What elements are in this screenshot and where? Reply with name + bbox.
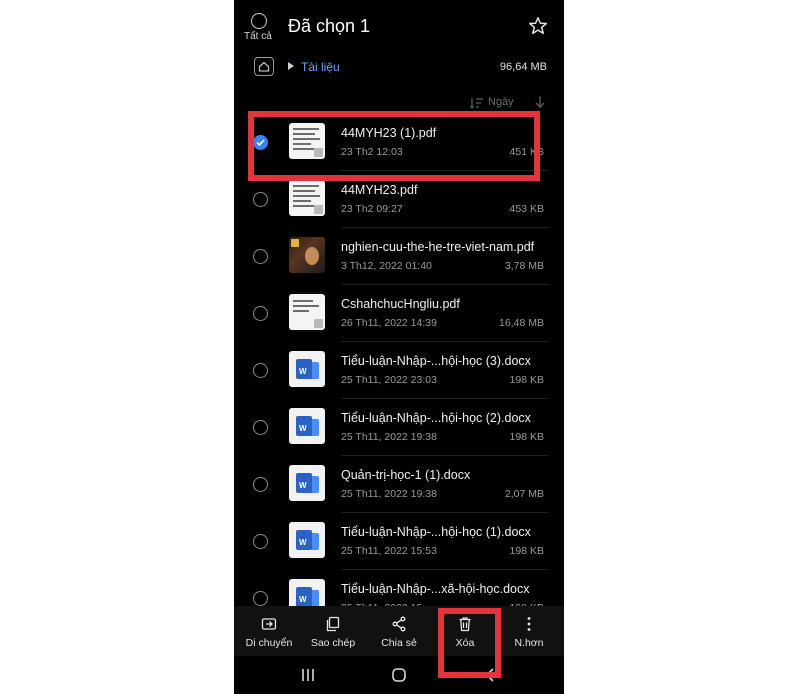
file-row[interactable]: W Tiểu-luận-Nhập-...hội-học (2).docx 25 …: [234, 399, 564, 456]
file-row[interactable]: nghien-cuu-the-he-tre-viet-nam.pdf 3 Th1…: [234, 228, 564, 285]
file-name: Tiểu-luận-Nhập-...hội-học (1).docx: [341, 525, 531, 539]
select-checkbox[interactable]: [253, 420, 268, 435]
select-all-label: Tất cả: [244, 31, 272, 42]
pdf-thumbnail: [289, 294, 325, 330]
select-all-checkbox[interactable]: [251, 13, 267, 29]
home-icon[interactable]: [254, 57, 274, 76]
file-date: 25 Th11, 2022 19:38: [341, 488, 437, 500]
file-name: nghien-cuu-the-he-tre-viet-nam.pdf: [341, 240, 535, 254]
move-icon: [261, 618, 277, 630]
pdf-thumbnail: [289, 180, 325, 216]
file-date: 23 Th2 09:27: [341, 203, 403, 215]
phone-screen: Tất cả Đã chọn 1 Tài liệu 96,64 MB Ngày …: [234, 0, 564, 694]
move-label: Di chuyển: [245, 637, 293, 649]
copy-button[interactable]: Sao chép: [300, 606, 366, 656]
sort-icon[interactable]: [470, 97, 484, 109]
select-checkbox[interactable]: [253, 591, 268, 606]
highlight-selected-file: [248, 111, 540, 181]
breadcrumb-documents[interactable]: Tài liệu: [301, 60, 340, 74]
file-date: 3 Th12, 2022 01:40: [341, 260, 432, 272]
storage-total: 96,64 MB: [499, 61, 547, 73]
file-row[interactable]: W Quản-trị-học-1 (1).docx 25 Th11, 2022 …: [234, 456, 564, 513]
file-size: 453 KB: [509, 203, 544, 215]
share-icon: [392, 616, 406, 632]
word-doc-icon: W: [289, 351, 325, 387]
image-thumbnail: [289, 237, 325, 273]
word-doc-icon: W: [289, 408, 325, 444]
more-label: N.hơn: [514, 637, 544, 649]
file-date: 25 Th11, 2022 19:38: [341, 431, 437, 443]
file-name: CshahchucHngliu.pdf: [341, 297, 460, 311]
file-row[interactable]: W Tiểu-luận-Nhập-...hội-học (1).docx 25 …: [234, 513, 564, 570]
file-name: Tiểu-luận-Nhập-...hội-học (3).docx: [341, 354, 531, 368]
copy-label: Sao chép: [310, 637, 356, 649]
selection-title: Đã chọn 1: [288, 16, 371, 36]
share-label: Chia sẻ: [381, 637, 417, 649]
breadcrumb-arrow-icon: [288, 62, 294, 70]
select-checkbox[interactable]: [253, 249, 268, 264]
file-size: 16,48 MB: [499, 317, 544, 329]
move-button[interactable]: Di chuyển: [236, 606, 302, 656]
more-button[interactable]: N.hơn: [496, 606, 562, 656]
file-size: 3,78 MB: [504, 260, 544, 272]
select-checkbox[interactable]: [253, 477, 268, 492]
file-name: Tiểu-luận-Nhập-...hội-học (2).docx: [341, 411, 531, 425]
share-button[interactable]: Chia sẻ: [366, 606, 432, 656]
file-date: 25 Th11, 2022 23:03: [341, 374, 437, 386]
file-date: 26 Th11, 2022 14:39: [341, 317, 437, 329]
word-doc-icon: W: [289, 522, 325, 558]
word-doc-icon: W: [289, 465, 325, 501]
file-date: 25 Th11, 2022 15:53: [341, 545, 437, 557]
file-size: 198 KB: [509, 545, 544, 557]
file-name: 44MYH23.pdf: [341, 183, 418, 197]
sort-label[interactable]: Ngày: [488, 96, 514, 108]
recent-apps-icon[interactable]: [300, 668, 316, 682]
highlight-delete-button: [438, 608, 501, 678]
copy-icon: [326, 616, 340, 632]
star-icon[interactable]: [527, 15, 549, 37]
file-row[interactable]: CshahchucHngliu.pdf 26 Th11, 2022 14:39 …: [234, 285, 564, 342]
file-name: Tiểu-luận-Nhập-...xã-hội-học.docx: [341, 582, 530, 596]
file-size: 198 KB: [509, 374, 544, 386]
select-checkbox[interactable]: [253, 363, 268, 378]
sort-direction-icon[interactable]: [534, 95, 546, 109]
file-row[interactable]: W Tiểu-luận-Nhập-...hội-học (3).docx 25 …: [234, 342, 564, 399]
file-size: 198 KB: [509, 431, 544, 443]
file-size: 2,07 MB: [504, 488, 544, 500]
home-button-icon[interactable]: [391, 667, 407, 683]
select-checkbox[interactable]: [253, 306, 268, 321]
system-nav-bar: [234, 656, 564, 694]
select-checkbox[interactable]: [253, 192, 268, 207]
more-vertical-icon: [527, 617, 531, 631]
file-name: Quản-trị-học-1 (1).docx: [341, 468, 471, 482]
select-checkbox[interactable]: [253, 534, 268, 549]
